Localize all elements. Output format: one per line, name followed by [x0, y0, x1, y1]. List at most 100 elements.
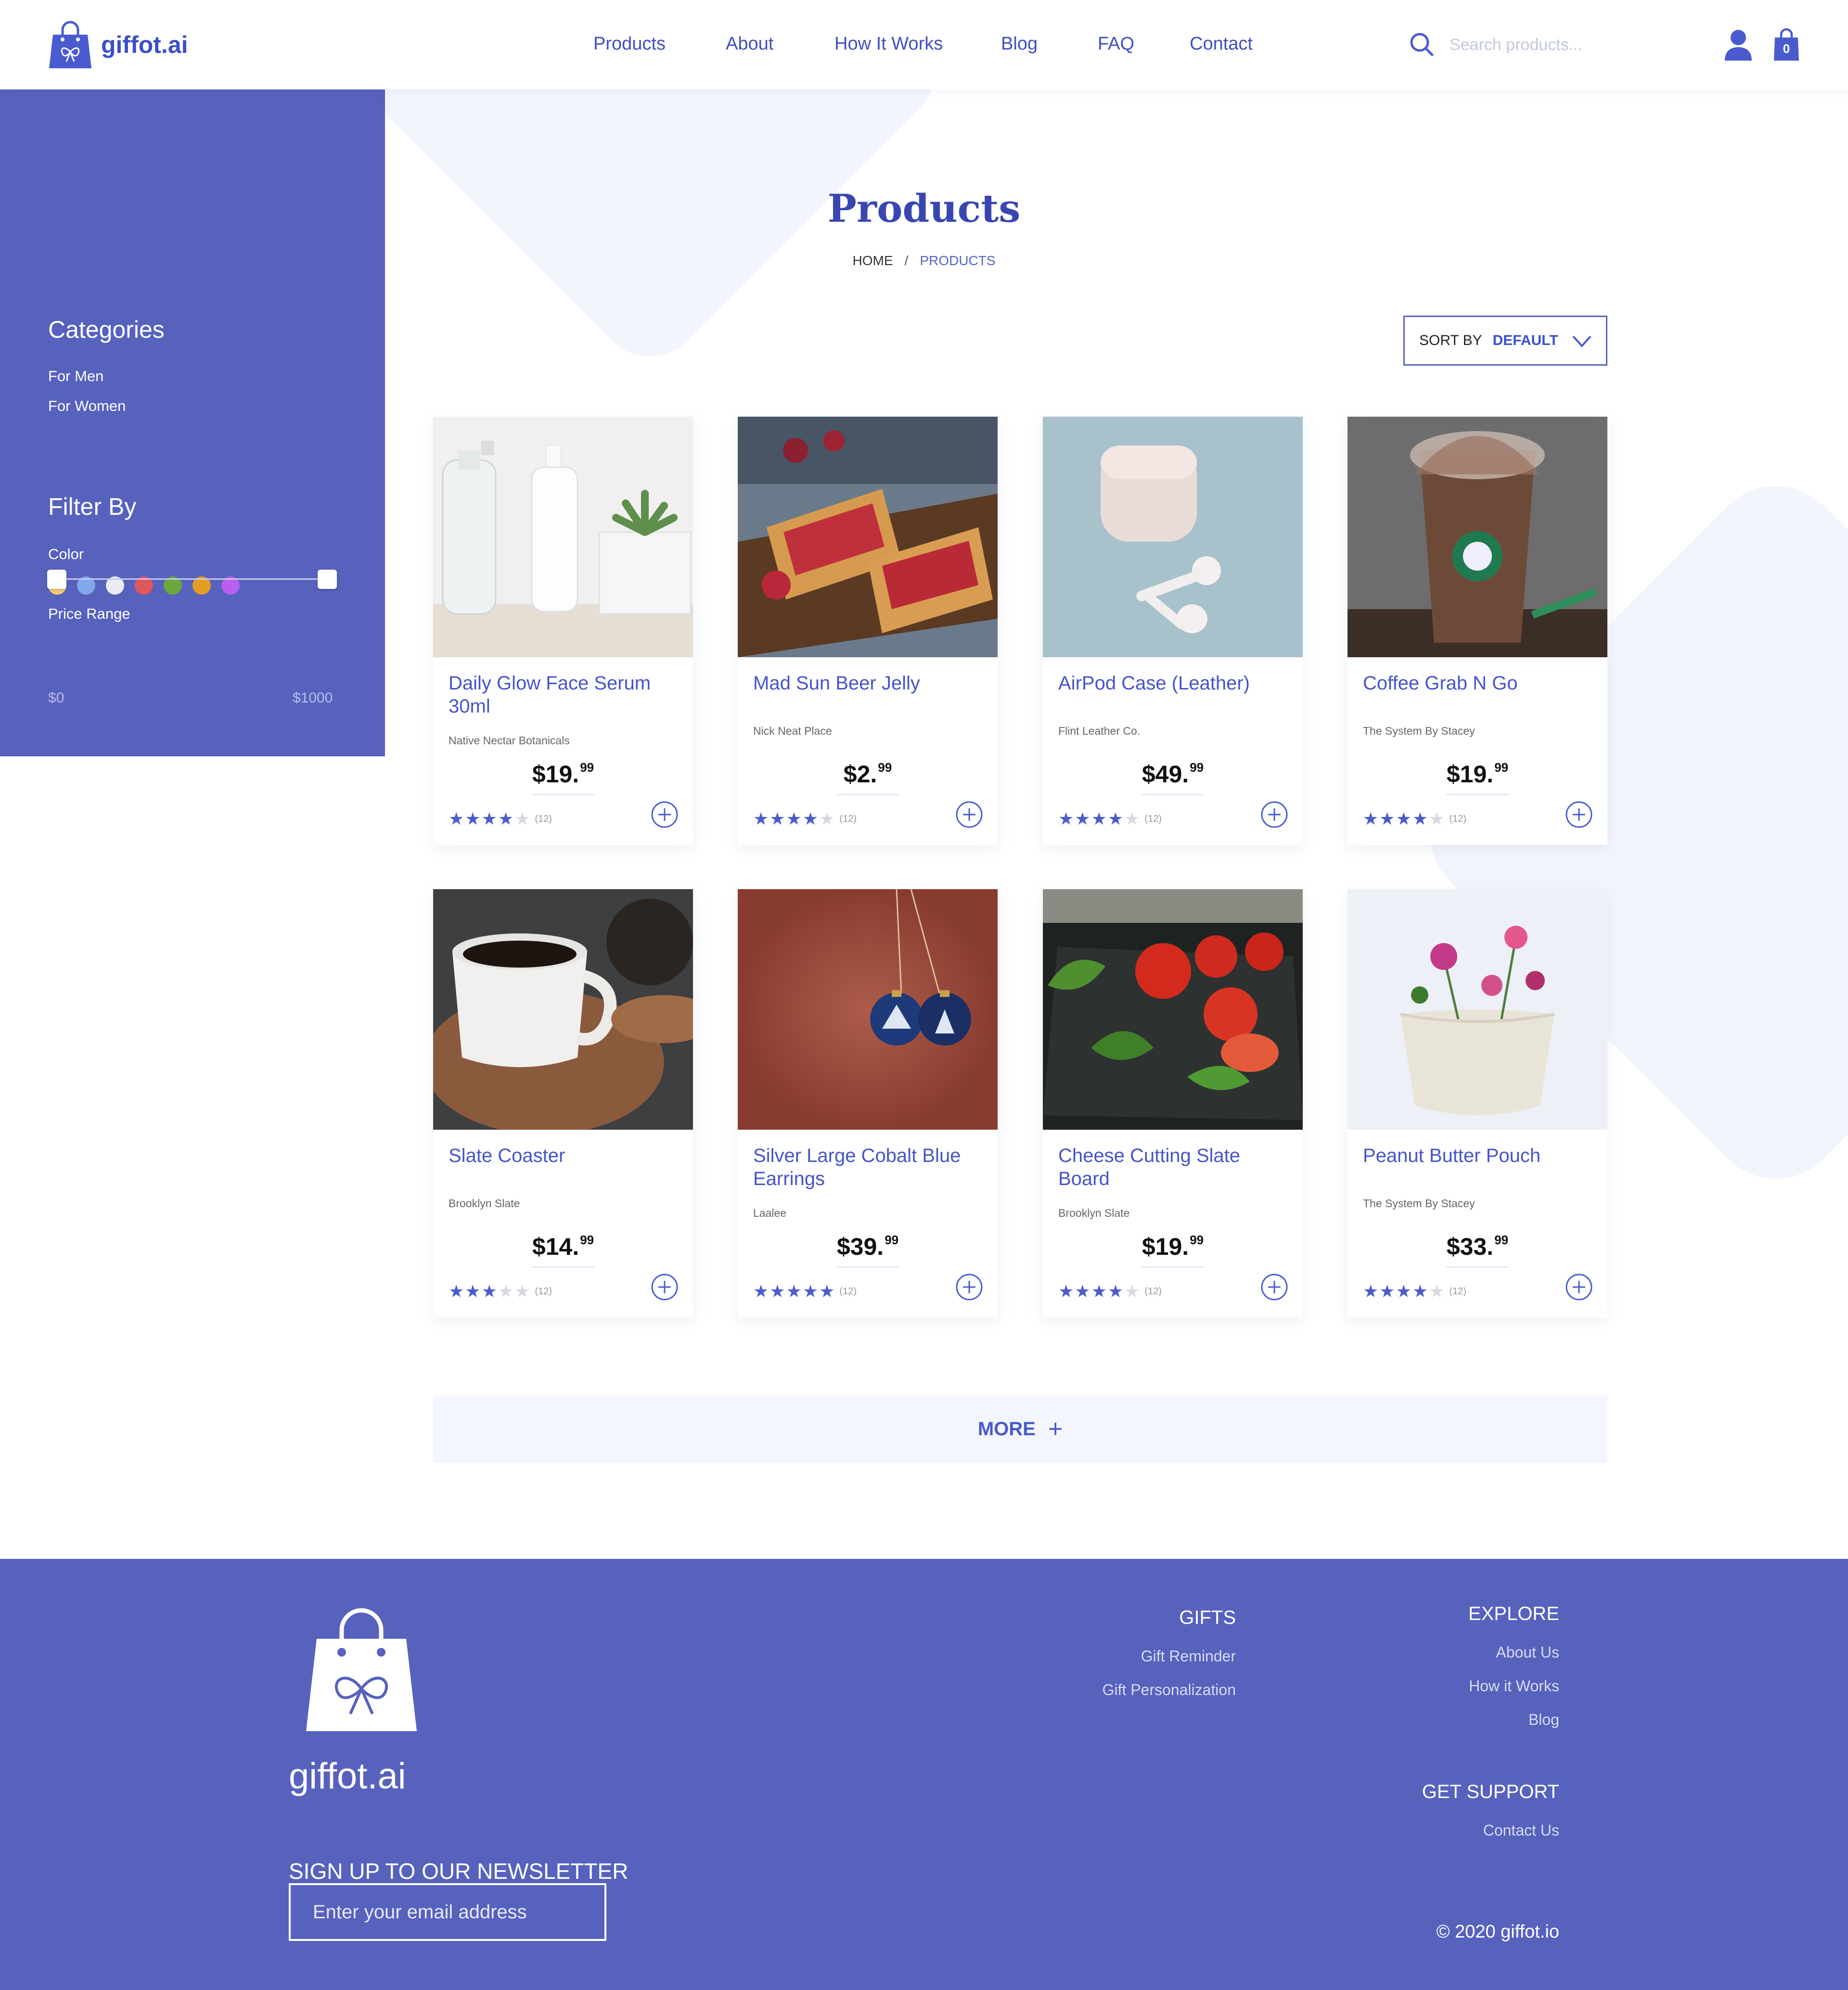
- review-count: (12): [535, 813, 552, 824]
- footer-link-contact-us[interactable]: Contact Us: [1483, 1822, 1559, 1839]
- product-card[interactable]: Mad Sun Beer Jelly Nick Neat Place $2.99…: [738, 417, 998, 845]
- product-card[interactable]: Daily Glow Face Serum 30ml Native Nectar…: [433, 417, 693, 845]
- price-min-handle[interactable]: [47, 570, 66, 589]
- product-name[interactable]: Slate Coaster: [449, 1144, 680, 1167]
- plus-icon: +: [1048, 1415, 1063, 1443]
- price-dollars: $19: [1446, 761, 1487, 788]
- shopping-bag-logo-icon: [306, 1608, 417, 1731]
- add-to-cart-plus-icon[interactable]: [1565, 801, 1593, 829]
- footer-link-blog[interactable]: Blog: [1528, 1711, 1559, 1729]
- product-card[interactable]: Cheese Cutting Slate Board Brooklyn Slat…: [1043, 889, 1303, 1317]
- product-price: $19.99: [1446, 760, 1509, 788]
- price-underline: [1446, 794, 1509, 795]
- product-photo-iced-coffee: [1348, 417, 1607, 657]
- product-image[interactable]: [738, 417, 998, 657]
- footer-link-about-us[interactable]: About Us: [1496, 1644, 1559, 1661]
- product-name[interactable]: AirPod Case (Leather): [1058, 672, 1289, 695]
- product-card[interactable]: Silver Large Cobalt Blue Earrings Laalee…: [738, 889, 998, 1317]
- page-title: Products: [827, 186, 1021, 231]
- rating-stars: ★ ★ ★ ★ ★ (12): [753, 1283, 857, 1300]
- review-count: (12): [839, 1286, 857, 1297]
- cart-count-badge: 0: [1783, 41, 1790, 56]
- add-to-cart-plus-icon[interactable]: [1260, 1273, 1288, 1301]
- price-max-value: $1000: [293, 690, 333, 706]
- footer-link-gift-personalization[interactable]: Gift Personalization: [1103, 1681, 1236, 1699]
- product-card[interactable]: Slate Coaster Brooklyn Slate $14.99 ★ ★ ★ ★…: [433, 889, 693, 1317]
- sort-dropdown[interactable]: SORT BY DEFAULT: [1403, 316, 1607, 366]
- category-for-men[interactable]: For Men: [48, 368, 103, 385]
- nav-contact[interactable]: Contact: [1190, 34, 1253, 54]
- price-underline: [1142, 1266, 1204, 1268]
- product-photo-flower-pouch: [1348, 889, 1607, 1130]
- footer-link-gift-reminder[interactable]: Gift Reminder: [1141, 1647, 1236, 1665]
- newsletter-email-input[interactable]: [289, 1883, 606, 1941]
- product-name[interactable]: Coffee Grab N Go: [1363, 672, 1594, 695]
- rating-stars: ★ ★ ★ ★ ★ (12): [1363, 1283, 1466, 1300]
- category-for-women[interactable]: For Women: [48, 397, 126, 415]
- star-icon: ★: [465, 809, 481, 829]
- price-cents: 99: [885, 1233, 899, 1247]
- breadcrumb-home[interactable]: HOME: [853, 253, 893, 268]
- rating-stars: ★ ★ ★ ★ ★ (12): [1363, 810, 1466, 828]
- product-name[interactable]: Mad Sun Beer Jelly: [753, 672, 984, 695]
- nav-products[interactable]: Products: [593, 34, 666, 54]
- product-name[interactable]: Peanut Butter Pouch: [1363, 1144, 1594, 1167]
- star-icon: ★: [449, 1281, 464, 1301]
- product-card[interactable]: Coffee Grab N Go The System By Stacey $1…: [1348, 417, 1607, 845]
- user-account-icon[interactable]: [1724, 29, 1753, 62]
- search-icon[interactable]: [1408, 31, 1435, 58]
- price-dollars: $2: [843, 761, 871, 788]
- product-image[interactable]: [1348, 417, 1607, 657]
- nav-about[interactable]: About: [726, 34, 773, 54]
- product-image[interactable]: [738, 889, 998, 1130]
- price-underline: [1446, 1266, 1509, 1268]
- product-card[interactable]: Peanut Butter Pouch The System By Stacey…: [1348, 889, 1607, 1317]
- price-cents: 99: [1190, 1233, 1204, 1247]
- filter-by-heading: Filter By: [48, 493, 137, 520]
- support-heading: GET SUPPORT: [1422, 1781, 1559, 1802]
- price-dollars: $14: [532, 1233, 573, 1260]
- product-image[interactable]: [1043, 889, 1303, 1130]
- product-image[interactable]: [433, 889, 693, 1130]
- price-range-label: Price Range: [48, 605, 130, 622]
- footer-link-how-it-works[interactable]: How it Works: [1469, 1677, 1559, 1695]
- brand-logo[interactable]: giffot.ai: [48, 20, 188, 69]
- star-icon: ★: [1429, 1281, 1445, 1301]
- add-to-cart-plus-icon[interactable]: [1260, 801, 1288, 829]
- product-image[interactable]: [1043, 417, 1303, 657]
- add-to-cart-plus-icon[interactable]: [651, 801, 679, 829]
- product-name[interactable]: Daily Glow Face Serum 30ml: [449, 672, 680, 718]
- star-icon: ★: [786, 1281, 802, 1301]
- price-min-value: $0: [48, 690, 64, 706]
- price-cents: 99: [878, 760, 892, 775]
- add-to-cart-plus-icon[interactable]: [955, 801, 983, 829]
- product-name[interactable]: Silver Large Cobalt Blue Earrings: [753, 1144, 984, 1190]
- nav-how-it-works[interactable]: How It Works: [834, 34, 943, 54]
- shopping-bag-logo-icon: [49, 21, 91, 68]
- product-card[interactable]: AirPod Case (Leather) Flint Leather Co. …: [1043, 417, 1303, 845]
- add-to-cart-plus-icon[interactable]: [1565, 1273, 1593, 1301]
- star-icon: ★: [498, 1281, 514, 1301]
- footer: giffot.ai SIGN UP TO OUR NEWSLETTER GIFT…: [0, 1559, 1848, 1990]
- product-photo-coffee-coaster: [433, 889, 693, 1130]
- star-icon: ★: [1412, 809, 1428, 829]
- product-image[interactable]: [433, 417, 693, 657]
- star-icon: ★: [753, 1281, 769, 1301]
- product-photo-jelly-toast: [738, 417, 998, 657]
- product-name[interactable]: Cheese Cutting Slate Board: [1058, 1144, 1289, 1190]
- star-icon: ★: [1379, 1281, 1395, 1301]
- search-input[interactable]: [1449, 32, 1607, 58]
- price-max-handle[interactable]: [318, 570, 337, 589]
- product-image[interactable]: [1348, 889, 1607, 1130]
- nav-blog[interactable]: Blog: [1001, 34, 1038, 54]
- add-to-cart-plus-icon[interactable]: [651, 1273, 679, 1301]
- price-range-track[interactable]: [57, 578, 327, 580]
- star-icon: ★: [481, 1281, 497, 1301]
- nav-faq[interactable]: FAQ: [1098, 34, 1134, 54]
- star-icon: ★: [514, 809, 530, 829]
- product-photo-blue-ornaments: [738, 889, 998, 1130]
- more-button[interactable]: MORE +: [433, 1395, 1607, 1463]
- add-to-cart-plus-icon[interactable]: [955, 1273, 983, 1301]
- rating-stars: ★ ★ ★ ★ ★ (12): [449, 1283, 552, 1300]
- product-brand: Flint Leather Co.: [1058, 725, 1141, 737]
